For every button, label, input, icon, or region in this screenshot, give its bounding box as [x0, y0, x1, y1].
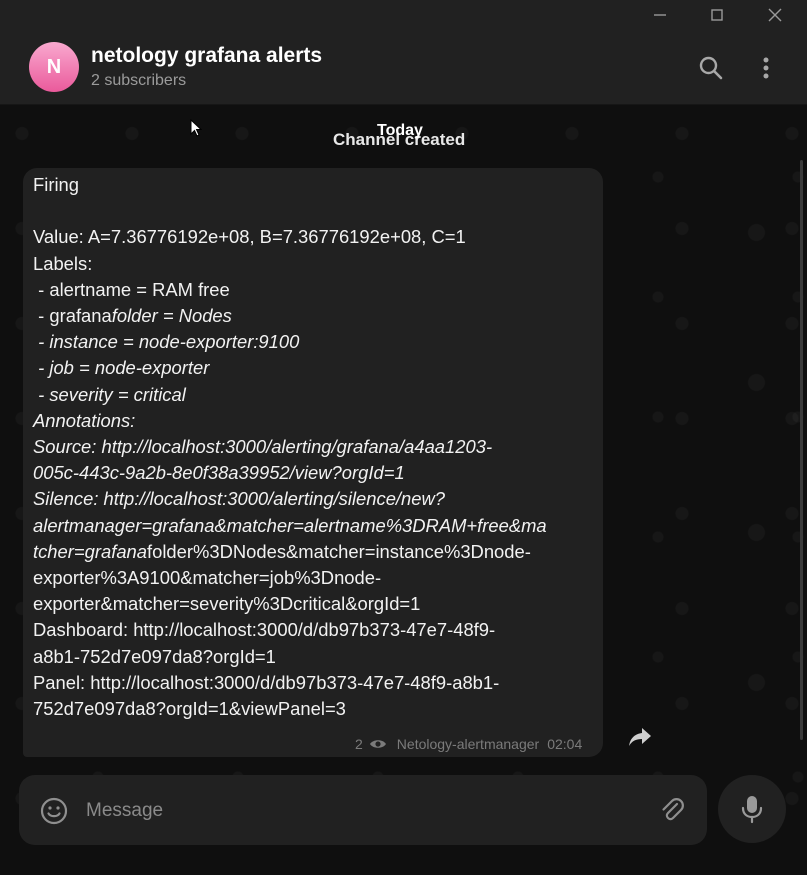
minimize-button[interactable] [631, 0, 689, 30]
maximize-button[interactable] [688, 0, 746, 30]
attach-button[interactable] [656, 794, 688, 826]
message-line: - job = node-exporter [33, 355, 595, 381]
message-line: tcher=grafanafolder%3DNodes&matcher=inst… [33, 539, 595, 565]
close-button[interactable] [746, 0, 804, 30]
date-label: Today [0, 122, 807, 142]
chat-title[interactable]: netology grafana alerts [91, 44, 322, 68]
message-line-text: 005c-443c-9a2b-8e0f38a39952/view?orgId=1 [33, 462, 405, 484]
message-input[interactable] [84, 790, 648, 832]
emoji-icon [40, 797, 68, 825]
message-line-text: - alertname = RAM free [33, 278, 230, 300]
message-line: - severity = critical [33, 382, 595, 408]
more-vertical-icon [763, 57, 769, 79]
message-line-text: alertmanager=grafana&matcher=alertname%3… [33, 514, 547, 536]
emoji-button[interactable] [38, 795, 70, 827]
chat-scrollbar[interactable] [800, 160, 803, 740]
message-line-text: 752d7e097da8?orgId=1&viewPanel=3 [33, 698, 346, 720]
voice-message-button[interactable] [718, 775, 786, 843]
message-line-text: exporter%3A9100&matcher=job%3Dnode- [33, 567, 382, 589]
window-titlebar [0, 0, 807, 30]
eye-icon [369, 740, 386, 748]
message-line: exporter&matcher=severity%3Dcritical&org… [33, 591, 595, 617]
message-line: Value: A=7.36776192e+08, B=7.36776192e+0… [33, 224, 595, 250]
more-button[interactable] [751, 53, 781, 83]
message-author: Netology-alertmanager [396, 736, 540, 752]
message-line: Panel: http://localhost:3000/d/db97b373-… [33, 670, 595, 696]
message-line: Silence: http://localhost:3000/alerting/… [33, 486, 595, 512]
attach-icon [662, 798, 684, 821]
message-line: alertmanager=grafana&matcher=alertname%3… [33, 513, 595, 539]
message-line-text: exporter&matcher=severity%3Dcritical&org… [33, 593, 421, 615]
message-line: 005c-443c-9a2b-8e0f38a39952/view?orgId=1 [33, 460, 595, 486]
message-line-text: tcher=grafana [33, 540, 147, 562]
message-line: exporter%3A9100&matcher=job%3Dnode- [33, 565, 595, 591]
message-meta: 2 Netology-alertmanager 02:04 [355, 735, 582, 753]
message-line: Firing [33, 172, 595, 198]
search-button[interactable] [696, 53, 726, 83]
message-line: Labels: [33, 251, 595, 277]
search-icon [699, 56, 723, 80]
message-line-text: folder%3DNodes&matcher=instance%3Dnode- [147, 540, 531, 562]
message-line: - instance = node-exporter:9100 [33, 329, 595, 355]
message-line: a8b1-752d7e097da8?orgId=1 [33, 644, 595, 670]
message-line-text: a8b1-752d7e097da8?orgId=1 [33, 645, 276, 667]
message-line-text: Silence: http://localhost:3000/alerting/… [33, 488, 446, 510]
message-line: - alertname = RAM free [33, 277, 595, 303]
microphone-icon [741, 796, 763, 824]
message-line [33, 198, 595, 224]
message-text: Firing Value: A=7.36776192e+08, B=7.36776… [33, 172, 595, 722]
message-line: - grafanafolder = Nodes [33, 303, 595, 329]
message-line-text: - grafana [33, 305, 112, 326]
message-line-text: Labels: [33, 252, 93, 274]
message-time: 02:04 [547, 736, 583, 752]
forward-button[interactable] [624, 721, 656, 753]
message-line: 752d7e097da8?orgId=1&viewPanel=3 [33, 696, 595, 722]
message-line-text: - job = node-exporter [33, 357, 210, 379]
message-line-text: Value: A=7.36776192e+08, B=7.36776192e+0… [33, 226, 466, 248]
chat-subtitle: 2 subscribers [91, 72, 187, 89]
views-count: 2 [355, 736, 363, 752]
message-line: Dashboard: http://localhost:3000/d/db97b… [33, 617, 595, 643]
mouse-cursor-icon [190, 119, 202, 137]
forward-icon [629, 728, 651, 746]
message-line: Annotations: [33, 408, 595, 434]
message-line: Source: http://localhost:3000/alerting/g… [33, 434, 595, 460]
minimize-icon [654, 14, 666, 16]
close-icon [768, 8, 782, 22]
date-label-text: Today [377, 122, 423, 139]
message-line-text: - instance = node-exporter:9100 [33, 331, 300, 353]
message-line-text: Source: http://localhost:3000/alerting/g… [33, 436, 493, 458]
message-line-text: Panel: http://localhost:3000/d/db97b373-… [33, 671, 500, 693]
maximize-icon [711, 9, 723, 21]
message-line-text: - severity = critical [33, 383, 186, 405]
chat-header[interactable]: N netology grafana alerts 2 subscribers [0, 30, 807, 105]
avatar[interactable]: N [29, 42, 79, 92]
message-line-text: Dashboard: http://localhost:3000/d/db97b… [33, 619, 496, 641]
message-line-text: Firing [33, 174, 79, 195]
message-line-text: folder = Nodes [111, 305, 232, 326]
message-line-text: Annotations: [33, 409, 136, 431]
